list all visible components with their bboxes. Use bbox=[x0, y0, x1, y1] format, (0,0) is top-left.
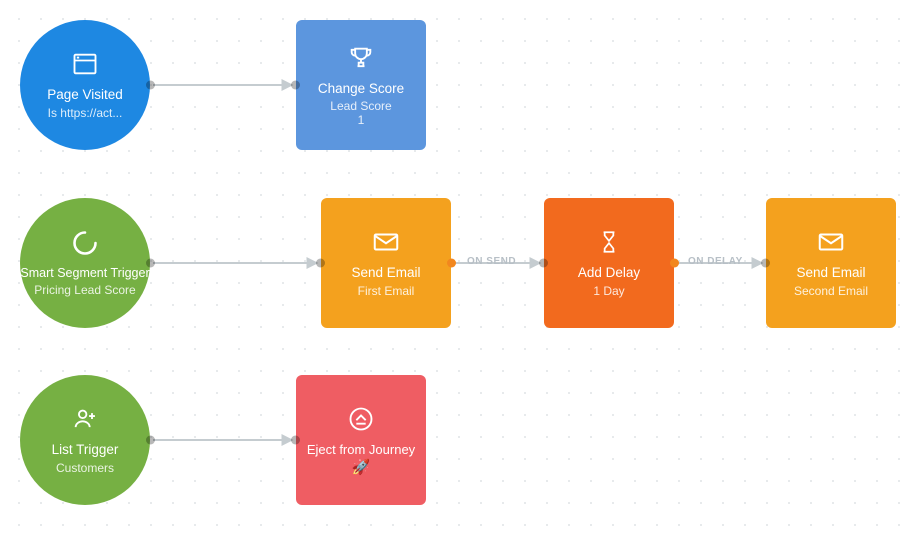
node-title: Smart Segment Trigger bbox=[20, 266, 149, 281]
port-out[interactable] bbox=[146, 259, 155, 268]
node-title: Send Email bbox=[351, 265, 420, 281]
hourglass-icon bbox=[594, 227, 624, 257]
node-title: Eject from Journey bbox=[307, 442, 415, 458]
node-smart-segment-trigger[interactable]: Smart Segment Trigger Pricing Lead Score bbox=[20, 198, 150, 328]
port-in[interactable] bbox=[539, 259, 548, 268]
node-subtitle: Lead Score bbox=[330, 99, 391, 114]
port-out[interactable] bbox=[146, 81, 155, 90]
node-list-trigger[interactable]: List Trigger Customers bbox=[20, 375, 150, 505]
eject-icon bbox=[346, 404, 376, 434]
edge-label-on-delay: ON DELAY bbox=[688, 256, 743, 267]
port-in[interactable] bbox=[291, 81, 300, 90]
node-title: Add Delay bbox=[578, 265, 640, 281]
node-subtitle: Is https://act... bbox=[48, 106, 123, 121]
node-add-delay[interactable]: Add Delay 1 Day bbox=[544, 198, 674, 328]
port-in[interactable] bbox=[291, 436, 300, 445]
node-title: List Trigger bbox=[52, 442, 119, 458]
node-send-email-2[interactable]: Send Email Second Email bbox=[766, 198, 896, 328]
node-title: Page Visited bbox=[47, 87, 123, 103]
port-out[interactable] bbox=[447, 259, 456, 268]
port-in[interactable] bbox=[316, 259, 325, 268]
spinner-icon bbox=[70, 228, 100, 258]
node-page-visited[interactable]: Page Visited Is https://act... bbox=[20, 20, 150, 150]
node-title: Change Score bbox=[318, 81, 404, 97]
mail-icon bbox=[816, 227, 846, 257]
node-subtitle-2: 1 bbox=[358, 114, 365, 127]
mail-icon bbox=[371, 227, 401, 257]
node-send-email-1[interactable]: Send Email First Email bbox=[321, 198, 451, 328]
trophy-icon bbox=[346, 43, 376, 73]
node-subtitle: Customers bbox=[56, 461, 114, 476]
node-subtitle: 1 Day bbox=[593, 284, 624, 299]
port-out[interactable] bbox=[670, 259, 679, 268]
node-change-score[interactable]: Change Score Lead Score 1 bbox=[296, 20, 426, 150]
rocket-icon: 🚀 bbox=[352, 458, 371, 476]
node-title: Send Email bbox=[796, 265, 865, 281]
port-out[interactable] bbox=[146, 436, 155, 445]
user-add-icon bbox=[70, 404, 100, 434]
edge-label-on-send: ON SEND bbox=[467, 256, 516, 267]
browser-window-icon bbox=[70, 49, 100, 79]
port-in[interactable] bbox=[761, 259, 770, 268]
node-subtitle: Pricing Lead Score bbox=[34, 283, 135, 298]
node-subtitle: Second Email bbox=[794, 284, 868, 299]
node-eject-from-journey[interactable]: Eject from Journey 🚀 bbox=[296, 375, 426, 505]
node-subtitle: First Email bbox=[358, 284, 415, 299]
